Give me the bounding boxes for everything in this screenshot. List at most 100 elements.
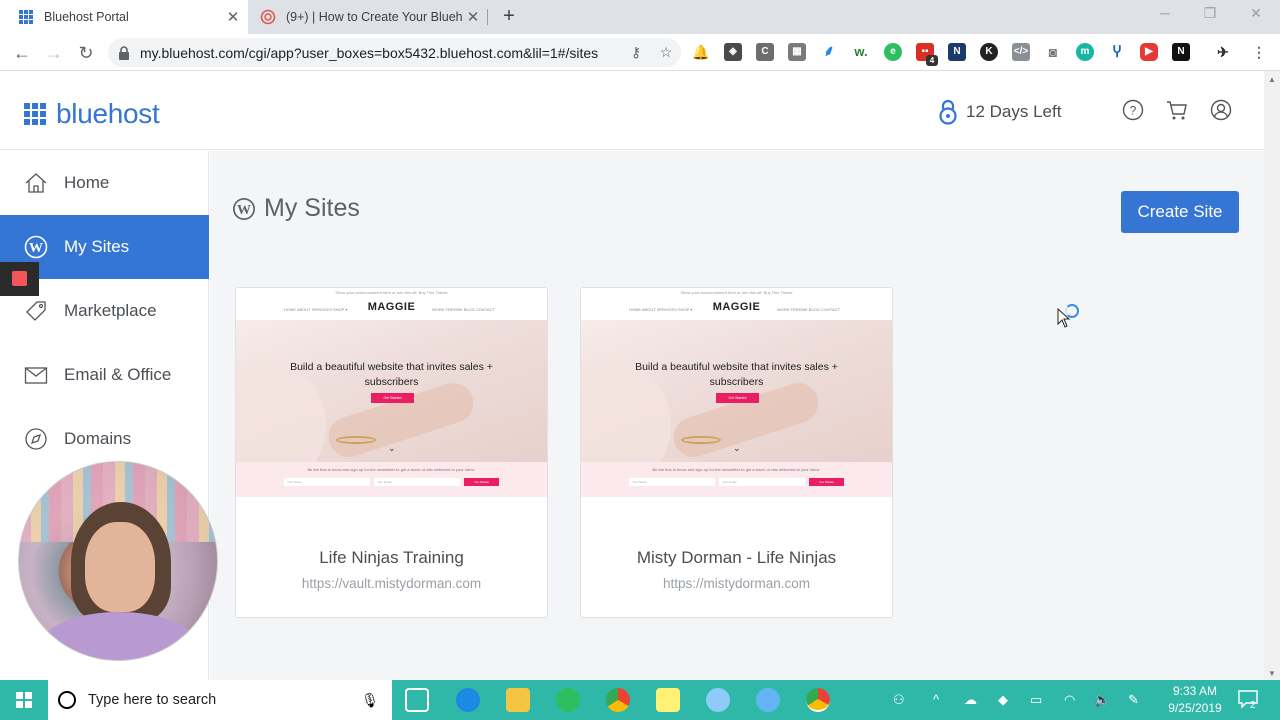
task-view-icon[interactable] bbox=[405, 688, 429, 712]
w-extension-icon[interactable]: w. bbox=[852, 43, 870, 61]
star-icon[interactable]: ☆ bbox=[651, 44, 681, 61]
sticky-notes-icon[interactable] bbox=[656, 688, 680, 712]
preview-hero-image bbox=[581, 320, 892, 462]
close-tab-icon[interactable]: ✕ bbox=[222, 8, 244, 26]
lock-icon bbox=[939, 99, 957, 125]
n-extension-icon[interactable]: N bbox=[948, 43, 966, 61]
restore-icon[interactable]: ❐ bbox=[1200, 5, 1220, 22]
puzzle-extension-icon[interactable]: ✈ bbox=[1214, 43, 1232, 61]
svg-text:?: ? bbox=[1130, 104, 1137, 118]
svg-text:W: W bbox=[237, 203, 251, 218]
microphone-icon[interactable]: 🎙 bbox=[360, 692, 380, 709]
sidebar-item-home[interactable]: Home bbox=[0, 151, 209, 215]
preview-announcement: Show your announcement here or turn this… bbox=[335, 290, 448, 295]
c-extension-icon[interactable]: C bbox=[756, 43, 774, 61]
volume-icon[interactable]: 🔈 bbox=[1094, 692, 1110, 708]
pen-icon[interactable]: ✎ bbox=[1128, 692, 1139, 708]
notion-extension-icon[interactable]: N bbox=[1172, 43, 1190, 61]
evernote-icon[interactable] bbox=[556, 688, 580, 712]
chrome-icon[interactable] bbox=[606, 688, 630, 712]
site-name[interactable]: Misty Dorman - Life Ninjas bbox=[581, 548, 892, 568]
show-hidden-icons-icon[interactable]: ^ bbox=[933, 692, 939, 707]
preview-announcement: Show your announcement here or turn this… bbox=[680, 290, 793, 295]
tab-bluehost-portal[interactable]: Bluehost Portal ✕ bbox=[0, 0, 248, 34]
back-icon[interactable]: ← bbox=[10, 41, 34, 65]
search-placeholder: Type here to search bbox=[88, 692, 217, 708]
chrome-active-icon[interactable] bbox=[806, 688, 830, 712]
preview-signup: Be the first to know and sign up for the… bbox=[581, 462, 892, 497]
sidebar-item-email-office[interactable]: Email & Office bbox=[0, 343, 209, 407]
chevron-down-icon: ⌄ bbox=[733, 443, 741, 453]
m-extension-icon[interactable]: m bbox=[1076, 43, 1094, 61]
close-tab-icon[interactable]: ✕ bbox=[462, 8, 484, 26]
shield-extension-icon[interactable]: ◈ bbox=[724, 43, 742, 61]
extension-badge: 4 bbox=[926, 55, 938, 66]
compass-icon bbox=[25, 428, 47, 450]
weather-app-icon[interactable] bbox=[706, 688, 730, 712]
camtasia-icon[interactable] bbox=[756, 688, 780, 712]
file-explorer-icon[interactable] bbox=[506, 688, 530, 712]
browser-tab-strip: Bluehost Portal ✕ (9+) | How to Create Y… bbox=[0, 0, 1280, 34]
tab-divider bbox=[487, 9, 488, 25]
new-tab-button[interactable]: + bbox=[498, 5, 520, 27]
trial-indicator[interactable]: 12 Days Left bbox=[938, 99, 1061, 125]
preview-signup-button: Yes Please bbox=[809, 478, 844, 486]
menu-icon[interactable]: ⋮ bbox=[1250, 43, 1268, 61]
preview-email-field: Your Email bbox=[374, 478, 460, 486]
code-extension-icon[interactable]: </> bbox=[1012, 43, 1030, 61]
preview-cta: Get Started bbox=[371, 393, 414, 403]
create-site-button[interactable]: Create Site bbox=[1121, 191, 1239, 233]
battery-icon[interactable]: ▭ bbox=[1030, 692, 1042, 708]
key-icon[interactable]: ⚷ bbox=[621, 44, 651, 61]
taskbar-clock[interactable]: 9:33 AM 9/25/2019 bbox=[1160, 683, 1230, 717]
minimize-icon[interactable]: ─ bbox=[1155, 5, 1175, 21]
record-stop-button[interactable] bbox=[0, 262, 39, 296]
page-scrollbar[interactable]: ▲ ▼ bbox=[1264, 71, 1280, 680]
preview-signup-button: Yes Please bbox=[464, 478, 499, 486]
main-content: W My Sites Create Site Show your announc… bbox=[210, 151, 1264, 680]
site-url[interactable]: https://mistydorman.com bbox=[581, 576, 892, 591]
site-url[interactable]: https://vault.mistydorman.com bbox=[236, 576, 547, 591]
address-bar[interactable]: my.bluehost.com/cgi/app?user_boxes=box54… bbox=[108, 38, 681, 67]
page-title-text: My Sites bbox=[264, 194, 360, 222]
camera-extension-icon[interactable]: ◙ bbox=[1044, 43, 1062, 61]
close-window-icon[interactable]: ✕ bbox=[1246, 5, 1266, 22]
preview-hero-image bbox=[236, 320, 547, 462]
spiral-favicon-icon bbox=[260, 9, 276, 25]
evernote-extension-icon[interactable]: e bbox=[884, 43, 902, 61]
help-icon[interactable]: ? bbox=[1122, 99, 1144, 121]
k-extension-icon[interactable]: K bbox=[980, 43, 998, 61]
onedrive-icon[interactable]: ☁ bbox=[964, 692, 977, 708]
wifi-icon[interactable]: ◠ bbox=[1064, 692, 1075, 708]
taskbar-search[interactable]: Type here to search 🎙 bbox=[48, 680, 392, 720]
feather-extension-icon[interactable]: ⸙ bbox=[820, 43, 838, 61]
site-card[interactable]: Show your announcement here or turn this… bbox=[580, 287, 893, 618]
youtube-extension-icon[interactable]: ▶ bbox=[1140, 43, 1158, 61]
tab-title: Bluehost Portal bbox=[44, 10, 129, 24]
forward-icon[interactable]: → bbox=[42, 41, 66, 65]
tab-how-to-create[interactable]: (9+) | How to Create Your Bluehost ✕ bbox=[248, 0, 488, 34]
home-icon bbox=[25, 173, 47, 193]
sidebar-item-label: My Sites bbox=[64, 237, 130, 256]
site-card[interactable]: Show your announcement here or turn this… bbox=[235, 287, 548, 618]
dropbox-icon[interactable]: ◆ bbox=[998, 692, 1008, 708]
windows-start-icon[interactable] bbox=[0, 680, 48, 720]
v-extension-icon[interactable]: Ⴤ bbox=[1108, 43, 1126, 61]
account-icon[interactable] bbox=[1210, 99, 1232, 121]
bell-extension-icon[interactable]: 🔔 bbox=[692, 43, 710, 61]
scroll-down-icon[interactable]: ▼ bbox=[1268, 669, 1276, 678]
bluehost-logo[interactable]: bluehost bbox=[24, 98, 160, 130]
scroll-up-icon[interactable]: ▲ bbox=[1268, 75, 1276, 84]
image-extension-icon[interactable]: ▦ bbox=[788, 43, 806, 61]
logo-grid-icon bbox=[24, 103, 46, 125]
sidebar-item-label: Email & Office bbox=[64, 365, 172, 384]
people-icon[interactable]: ⚇ bbox=[893, 692, 905, 708]
site-preview-thumbnail: Show your announcement here or turn this… bbox=[581, 288, 892, 497]
cart-icon[interactable] bbox=[1166, 99, 1188, 121]
site-preview-thumbnail: Show your announcement here or turn this… bbox=[236, 288, 547, 497]
site-name[interactable]: Life Ninjas Training bbox=[236, 548, 547, 568]
preview-signup-text: Be the first to know and sign up for the… bbox=[307, 467, 476, 472]
clock-date: 9/25/2019 bbox=[1168, 701, 1222, 715]
edge-icon[interactable] bbox=[456, 688, 480, 712]
reload-icon[interactable]: ↻ bbox=[74, 41, 98, 65]
